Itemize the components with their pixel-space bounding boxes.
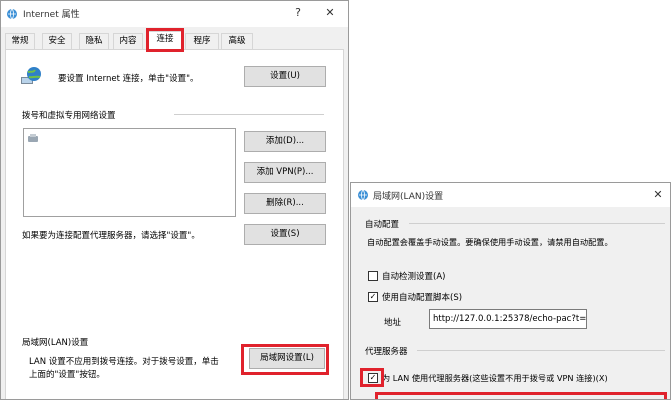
auto-config-divider [409, 223, 665, 224]
tab-advanced[interactable]: 高级 [221, 33, 253, 49]
dialup-connection-icon [28, 134, 38, 142]
lan-titlebar: 局域网(LAN)设置 ✕ [351, 183, 670, 207]
tab-programs[interactable]: 程序 [185, 33, 219, 49]
add-vpn-button[interactable]: 添加 VPN(P)... [244, 162, 326, 183]
highlight-lan-settings-button [241, 344, 329, 375]
internet-options-icon [7, 8, 17, 20]
highlight-proxy-address-row [375, 392, 667, 399]
use-script-checkbox[interactable]: ✓ [368, 292, 378, 302]
lan-description-line2: 上面的"设置"按钮。 [29, 370, 105, 380]
settings-button[interactable]: 设置(S) [244, 224, 326, 245]
lan-section-title: 局域网(LAN)设置 [22, 338, 89, 348]
tab-security[interactable]: 安全 [42, 33, 72, 49]
proxy-hint-text: 如果要为连接配置代理服务器，请选择"设置"。 [22, 231, 200, 241]
main-titlebar: Internet 属性 ? ✕ [1, 1, 348, 27]
setup-description: 要设置 Internet 连接，单击"设置"。 [58, 74, 199, 84]
connections-list[interactable] [23, 128, 236, 217]
proxy-divider [417, 350, 665, 351]
remove-button[interactable]: 删除(R)... [244, 193, 326, 214]
address-label: 地址 [384, 318, 402, 328]
lan-close-button[interactable]: ✕ [647, 186, 669, 204]
tab-general[interactable]: 常规 [5, 33, 35, 49]
internet-properties-window: Internet 属性 ? ✕ 常规 安全 隐私 内容 连接 程序 高级 要设置… [0, 0, 349, 400]
lan-description-line1: LAN 设置不应用到拨号连接。对于拨号设置，单击 [29, 357, 219, 367]
auto-config-title: 自动配置 [365, 220, 400, 230]
globe-network-icon [21, 67, 41, 84]
auto-detect-label: 自动检测设置(A) [382, 272, 446, 282]
script-address-input[interactable]: http://127.0.0.1:25378/echo-pac?t=1 [429, 309, 587, 329]
lan-settings-dialog: 局域网(LAN)设置 ✕ 自动配置 自动配置会覆盖手动设置。要确保使用手动设置，… [350, 182, 671, 400]
tab-privacy[interactable]: 隐私 [79, 33, 109, 49]
main-window-title: Internet 属性 [23, 10, 80, 20]
tab-content[interactable]: 内容 [113, 33, 143, 49]
proxy-server-title: 代理服务器 [365, 347, 408, 357]
close-button[interactable]: ✕ [319, 4, 341, 22]
highlight-connections-tab [146, 28, 184, 52]
lan-dialog-title: 局域网(LAN)设置 [373, 192, 444, 202]
highlight-use-proxy-checkbox [360, 368, 384, 387]
use-script-label: 使用自动配置脚本(S) [382, 293, 463, 303]
auto-detect-checkbox[interactable] [368, 271, 378, 281]
auto-config-description: 自动配置会覆盖手动设置。要确保使用手动设置，请禁用自动配置。 [367, 237, 613, 247]
section-divider [174, 114, 324, 115]
dialup-section-title: 拨号和虚拟专用网络设置 [22, 111, 116, 121]
setup-button[interactable]: 设置(U) [244, 66, 326, 87]
internet-options-icon [358, 189, 368, 201]
help-button[interactable]: ? [287, 4, 309, 22]
use-proxy-label: 为 LAN 使用代理服务器(这些设置不用于拨号或 VPN 连接)(X) [382, 373, 608, 383]
add-button[interactable]: 添加(D)... [244, 131, 326, 152]
